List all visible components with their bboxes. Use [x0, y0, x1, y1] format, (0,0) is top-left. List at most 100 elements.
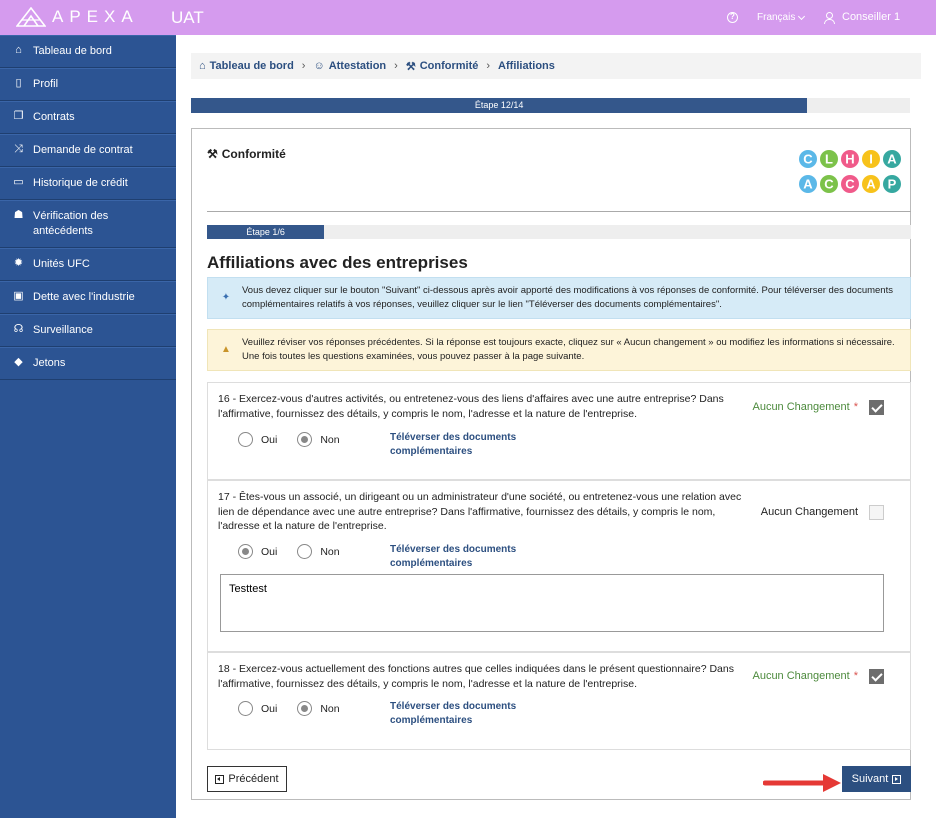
sub-step-progress-bar: Étape 1/6 [207, 225, 911, 239]
breadcrumb-separator: › [301, 60, 306, 72]
step-progress-bar: Étape 12/14 [191, 98, 910, 113]
sidebar-item-background-check[interactable]: ☗ Vérification des antécédents [0, 200, 176, 248]
home-icon: ⌂ [199, 60, 206, 72]
no-change-checkbox-18[interactable] [869, 669, 884, 684]
no-change-label: Aucun Changement * [752, 401, 858, 413]
top-bar: APEXA UAT ? Français Conseiller 1 [0, 0, 936, 35]
tag-icon: ◆ [14, 356, 23, 368]
radio-non-label: Non [320, 433, 340, 446]
upload-documents-link-18[interactable]: Téléverser des documents complémentaires [390, 700, 550, 728]
radio-oui-label: Oui [261, 545, 278, 558]
user-name: Conseiller 1 [842, 11, 901, 23]
upload-documents-link-17[interactable]: Téléverser des documents complémentaires [390, 543, 550, 571]
sidebar-item-label: Contrats [33, 111, 75, 123]
red-arrow-annotation [763, 774, 841, 792]
binoculars-icon: ☊ [13, 323, 24, 335]
sidebar-item-ce-units[interactable]: ✹ Unités UFC [0, 248, 176, 281]
radio-oui-18[interactable] [238, 701, 253, 716]
help-circle-icon[interactable]: ? [727, 12, 738, 23]
no-change-text: Aucun Changement [752, 401, 850, 413]
radio-oui-16[interactable] [238, 432, 253, 447]
radio-non-label: Non [320, 702, 340, 715]
svg-text:A: A [887, 152, 897, 167]
question-text: 17 - Êtes-vous un associé, un dirigeant … [218, 491, 742, 532]
required-mark: * [853, 670, 858, 682]
svg-text:C: C [845, 177, 855, 192]
sidebar-item-industry-debt[interactable]: ▣ Dette avec l'industrie [0, 281, 176, 314]
radio-oui-17[interactable] [238, 544, 253, 559]
logo-text: APEXA [52, 7, 139, 26]
radio-non-label: Non [320, 545, 340, 558]
user-icon [824, 11, 835, 24]
thumbtack-icon: ✦ [221, 292, 231, 303]
sidebar-item-credit-history[interactable]: ▭ Historique de crédit [0, 167, 176, 200]
sidebar-item-label: Demande de contrat [33, 144, 133, 156]
radio-non-17[interactable] [297, 544, 313, 559]
contracts-icon: ❐ [13, 110, 24, 122]
sidebar-item-dashboard[interactable]: ⌂ Tableau de bord [0, 35, 176, 68]
section-title: Affiliations avec des entreprises [207, 253, 468, 272]
chevron-down-icon [798, 12, 806, 20]
sidebar-item-tokens[interactable]: ◆ Jetons [0, 347, 176, 380]
card-title-text: Conformité [221, 147, 286, 161]
apexa-logo[interactable]: APEXA [16, 7, 139, 27]
radio-non-18[interactable] [297, 701, 313, 716]
shuffle-icon: ⤨ [14, 143, 23, 155]
sidebar-item-contract-request[interactable]: ⤨ Demande de contrat [0, 134, 176, 167]
question-16: 16 - Exercez-vous d'autres activités, ou… [207, 382, 911, 480]
svg-text:L: L [825, 152, 833, 167]
no-change-label: Aucun Changement [760, 506, 858, 518]
svg-text:H: H [845, 152, 854, 167]
next-button-label: Suivant [851, 773, 889, 785]
divider [207, 211, 911, 212]
no-change-text: Aucun Changement [752, 670, 850, 682]
gear-icon: ✹ [13, 257, 24, 269]
profile-icon: ▯ [15, 77, 22, 89]
no-change-checkbox-16[interactable] [869, 400, 884, 415]
details-textarea-17[interactable]: Testtest [220, 574, 884, 632]
question-text: 16 - Exercez-vous d'autres activités, ou… [218, 393, 724, 420]
svg-text:P: P [888, 177, 897, 192]
sidebar: ⌂ Tableau de bord ▯ Profil ❐ Contrats ⤨ … [0, 35, 176, 818]
next-button[interactable]: Suivant [842, 766, 911, 792]
user-menu[interactable]: Conseiller 1 [824, 11, 901, 24]
money-icon: ▣ [13, 290, 24, 302]
previous-button[interactable]: Précédent [207, 766, 287, 792]
sidebar-item-contracts[interactable]: ❐ Contrats [0, 101, 176, 134]
gavel-icon: ⚒ [207, 147, 218, 161]
radio-oui-label: Oui [261, 433, 278, 446]
no-change-checkbox-17[interactable] [869, 505, 884, 520]
radio-group-17: Oui Non [238, 544, 360, 559]
breadcrumb-affiliations: Affiliations [498, 60, 555, 72]
info-alert: ✦ Vous devez cliquer sur le bouton "Suiv… [207, 277, 911, 319]
sidebar-item-label: Tableau de bord [33, 45, 112, 57]
sidebar-item-label: Surveillance [33, 324, 93, 336]
credit-card-icon: ▭ [13, 176, 24, 188]
breadcrumb-separator: › [394, 60, 398, 72]
clhia-accap-logo: C L H I A A C C A P [799, 150, 901, 193]
breadcrumb-compliance[interactable]: Conformité [420, 60, 479, 72]
info-alert-text: Vous devez cliquer sur le bouton "Suivan… [242, 285, 893, 310]
radio-group-18: Oui Non [238, 701, 360, 716]
upload-documents-link-16[interactable]: Téléverser des documents complémentaires [390, 431, 550, 459]
apexa-logo-icon [16, 7, 46, 27]
user-icon: ☺ [313, 60, 325, 72]
svg-text:C: C [803, 152, 813, 167]
question-18: 18 - Exercez-vous actuellement des fonct… [207, 652, 911, 750]
sidebar-item-profile[interactable]: ▯ Profil [0, 68, 176, 101]
breadcrumb: ⌂ Tableau de bord › ☺ Attestation › ⚒ Co… [191, 53, 921, 79]
breadcrumb-attestation[interactable]: Attestation [329, 60, 386, 72]
main-content: ⌂ Tableau de bord › ☺ Attestation › ⚒ Co… [176, 35, 936, 818]
user-secret-icon: ☗ [13, 209, 24, 221]
language-label: Français [757, 12, 796, 23]
radio-non-16[interactable] [297, 432, 313, 447]
environment-label: UAT [171, 8, 204, 27]
language-selector[interactable]: Français [757, 12, 806, 23]
card-title: ⚒ Conformité [207, 147, 286, 161]
compliance-card: ⚒ Conformité C L H I A A C C A P Étape 1… [191, 128, 911, 800]
sidebar-item-label: Unités UFC [33, 258, 90, 270]
breadcrumb-dashboard[interactable]: Tableau de bord [210, 60, 294, 72]
breadcrumb-separator: › [486, 60, 491, 72]
sidebar-item-surveillance[interactable]: ☊ Surveillance [0, 314, 176, 347]
svg-text:C: C [824, 177, 834, 192]
